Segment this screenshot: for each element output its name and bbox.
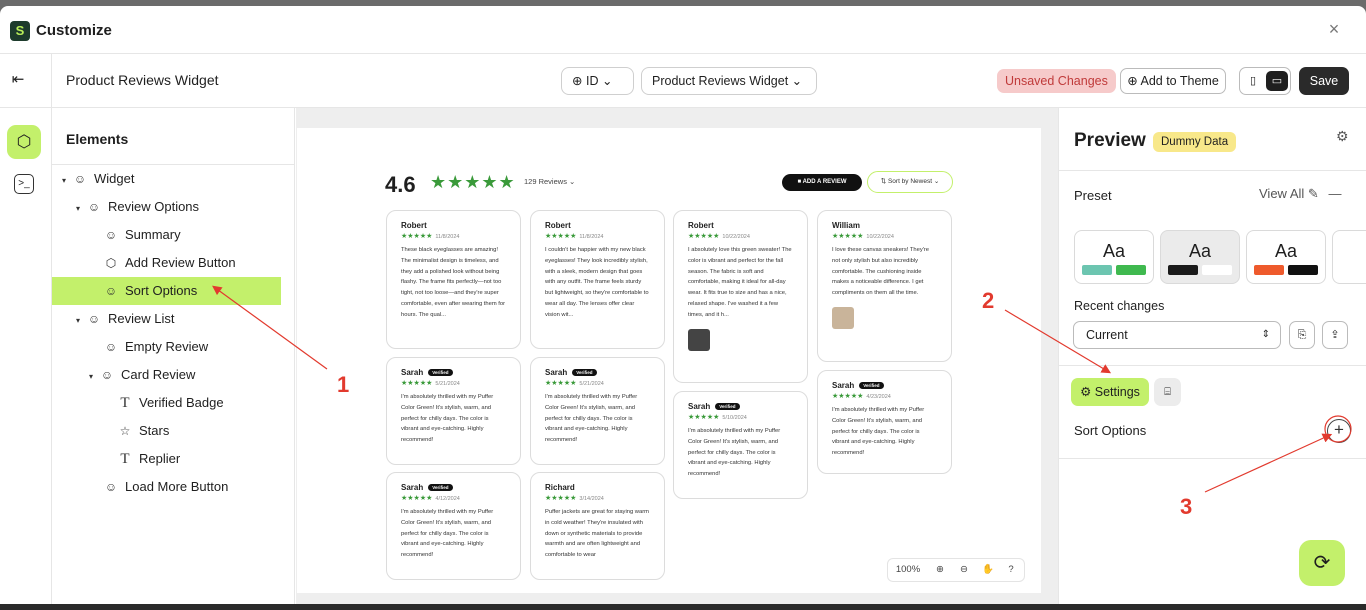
annotation-1: 1 [337, 372, 350, 397]
arrow-3 [1204, 433, 1333, 493]
annotation-arrows [212, 285, 1352, 493]
arrow-1 [212, 285, 328, 370]
taskbar [0, 604, 1366, 610]
arrow-2 [1004, 309, 1112, 374]
annotation-3: 3 [1180, 494, 1193, 519]
annotation-2: 2 [982, 288, 995, 313]
highlight-circle [1324, 415, 1352, 443]
customize-window: S Customize × ⇤ Product Reviews Widget ⊕… [0, 6, 1366, 604]
